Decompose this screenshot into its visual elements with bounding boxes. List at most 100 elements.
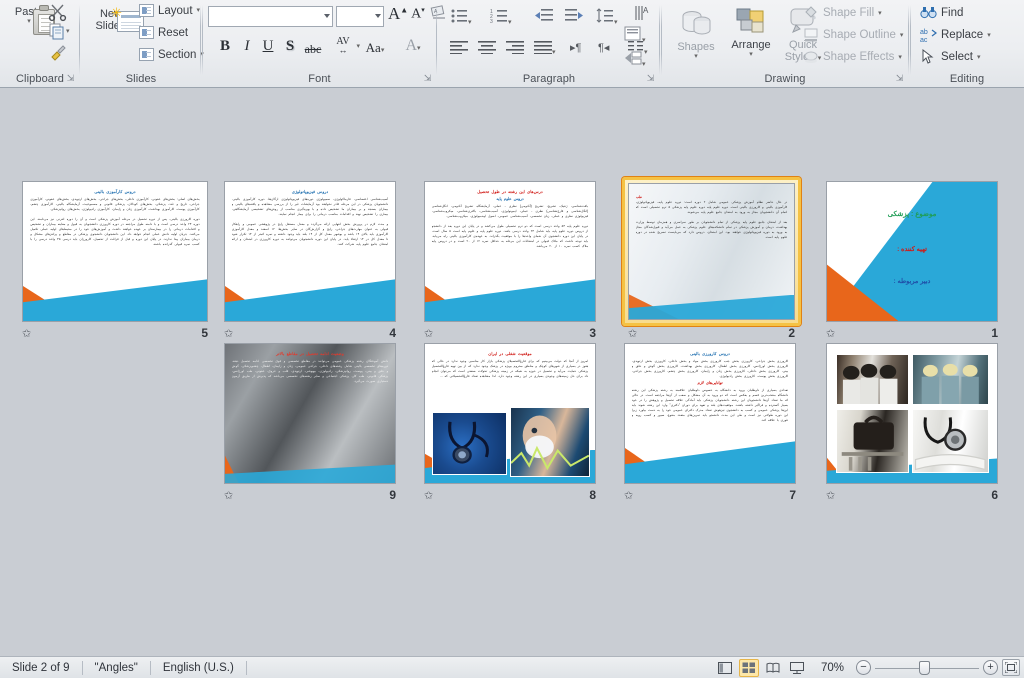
arrange-chevron-down-icon[interactable]: ▾ [723,51,779,58]
font-size-input[interactable] [336,6,384,27]
shape-effects-button[interactable]: Shape Effects ▾ [803,49,902,65]
transition-star-icon[interactable]: ✩ [424,489,433,502]
select-button[interactable]: Select ▾ [920,49,980,65]
shape-effects-chevron-down-icon[interactable]: ▾ [898,54,902,61]
character-spacing-button[interactable]: AV ↔ ▾ [328,37,360,55]
transition-star-icon[interactable]: ✩ [224,327,233,340]
theme-name[interactable]: "Angles" [83,657,150,678]
slide-sorter-view-button[interactable] [738,658,759,677]
new-slide-button[interactable]: ✳ New Slide ▾ [87,6,144,32]
text-shadow-button[interactable]: S [282,38,298,55]
format-painter-button[interactable] [48,42,68,67]
font-size-chevron-down-icon[interactable] [375,14,381,18]
slide-8-photo-masked-doctor [510,406,590,478]
font-color-button[interactable]: A▾ [400,37,426,55]
font-name-input[interactable] [208,6,333,27]
bullets-chevron-down-icon[interactable]: ▾ [468,19,472,26]
shape-outline-label: Shape Outline [823,29,896,41]
fit-to-window-button[interactable] [1002,659,1020,676]
normal-view-button[interactable] [715,659,735,677]
slide-sorter-pane[interactable]: دروس کارآموزی بالینی بخش‌های اصلی: بخش‌ه… [0,88,1024,656]
slide-show-view-button[interactable] [787,659,807,677]
shape-fill-button[interactable]: Shape Fill ▾ [803,5,882,21]
slide-thumbnail-3[interactable]: درس‌های این رشته در طول تحصیل دروس علوم … [424,181,596,340]
reset-button[interactable]: Reset [139,26,188,39]
numbering-chevron-down-icon[interactable]: ▾ [508,19,512,26]
zoom-slider-handle[interactable] [919,660,930,675]
font-dialog-launcher[interactable]: ⇲ [422,73,433,84]
slide-thumbnail-4[interactable]: دروس فیزیوپاتولوژی آسیب‌شناسی اختصاصی، ف… [224,181,396,340]
clipboard-dialog-launcher[interactable]: ⇲ [65,73,76,84]
find-button[interactable]: Find [920,5,963,21]
grow-font-button[interactable]: A▲ [388,4,408,24]
change-case-button[interactable]: Aa▾ [362,40,388,56]
transition-star-icon[interactable]: ✩ [424,327,433,340]
shapes-chevron-down-icon[interactable]: ▾ [669,53,723,60]
shape-outline-chevron-down-icon[interactable]: ▾ [900,32,904,39]
smartart-chevron-down-icon[interactable]: ▾ [642,61,646,68]
justify-chevron-down-icon[interactable]: ▾ [552,49,556,56]
decrease-indent-button[interactable] [534,8,554,29]
font-color-chevron-down-icon[interactable]: ▾ [417,44,421,52]
slide-thumbnail-2[interactable]: طب در حال حاضر نظام آموزش پزشکی عمومی شا… [622,177,801,340]
slide-thumbnail-5[interactable]: دروس کارآموزی بالینی بخش‌های اصلی: بخش‌ه… [22,181,208,340]
transition-star-icon[interactable]: ✩ [826,489,835,502]
slide-5-body: بخش‌های اصلی: بخش‌های عفونی، کارآموزی دا… [30,197,200,212]
align-text-icon [624,26,641,41]
increase-indent-button[interactable] [564,8,584,29]
paste-button[interactable]: Paste ▾ [4,4,55,35]
language-indicator[interactable]: English (U.S.) [151,657,246,678]
shrink-font-button[interactable]: A▾ [409,6,427,23]
change-case-chevron-down-icon[interactable]: ▾ [381,46,385,54]
underline-button[interactable]: U [259,38,277,55]
justify-button[interactable]: ▾ [534,40,556,59]
replace-button[interactable]: ab ac Replace ▾ [920,27,991,43]
font-name-chevron-down-icon[interactable] [324,14,330,18]
bullets-button[interactable]: ▾ [450,8,472,29]
transition-star-icon[interactable]: ✩ [224,489,233,502]
zoom-level[interactable]: 70% [811,657,852,678]
transition-star-icon[interactable]: ✩ [22,327,31,340]
select-chevron-down-icon[interactable]: ▾ [977,54,981,61]
align-text-button[interactable]: ▾ [624,26,646,47]
zoom-slider[interactable] [875,659,979,677]
italic-button[interactable]: I [239,38,255,55]
numbering-button[interactable]: 1 2 3 ▾ [490,8,512,29]
copy-button[interactable]: ▾ [48,22,70,40]
transition-star-icon[interactable]: ✩ [628,327,637,340]
zoom-in-button[interactable]: + [983,660,998,675]
transition-star-icon[interactable]: ✩ [826,327,835,340]
shapes-button[interactable]: Shapes ▾ [669,8,723,60]
section-button[interactable]: Section ▾ [139,48,204,61]
ltr-direction-button[interactable]: ▸¶ [570,41,581,54]
slide-thumbnail-6[interactable]: ✩ 6 [826,343,998,502]
align-right-button[interactable] [506,40,524,59]
shape-outline-button[interactable]: Shape Outline ▾ [803,27,903,43]
arrange-button[interactable]: Arrange ▾ [723,8,779,58]
slide-thumbnail-9[interactable]: وضعیت ادامه تحصیل در مقاطع بالاتر دانش آ… [224,343,396,502]
section-label: Section [158,48,197,61]
drawing-dialog-launcher[interactable]: ⇲ [894,73,905,84]
bold-button[interactable]: B [216,38,234,55]
align-left-button[interactable] [450,40,468,59]
shape-fill-chevron-down-icon[interactable]: ▾ [878,10,882,17]
slide-thumbnail-8[interactable]: موقعیت شغلی در ایران امروز از آنجا که دو… [424,343,596,502]
center-button[interactable] [478,40,496,59]
align-text-chevron-down-icon[interactable]: ▾ [642,37,646,44]
convert-to-smartart-button[interactable]: ▾ [624,50,646,71]
zoom-out-button[interactable]: − [856,660,871,675]
slide-number-7: 7 [789,488,796,502]
replace-chevron-down-icon[interactable]: ▾ [987,32,991,39]
slide-9-body: دانش آموختگان رشته پزشکی عمومی می‌توانند… [231,359,389,384]
transition-star-icon[interactable]: ✩ [624,489,633,502]
strikethrough-button[interactable]: abc [301,42,325,57]
copy-chevron-down-icon[interactable]: ▾ [66,28,70,35]
slide-thumbnail-7[interactable]: دروس کارورزی بالینی کارورزی بخش جراحی، ک… [624,343,796,502]
slide-8-photo-stethoscope [431,412,507,475]
slide-thumbnail-1[interactable]: موضوع : پزشکی تهیه کننده : دبیر مربوطه :… [826,181,998,340]
slide-indicator[interactable]: Slide 2 of 9 [0,657,82,678]
numbering-icon: 1 2 3 [490,9,507,25]
reading-view-button[interactable] [763,659,783,677]
character-spacing-chevron-down-icon[interactable]: ▾ [356,43,360,50]
layout-button[interactable]: Layout ▾ [139,4,200,17]
